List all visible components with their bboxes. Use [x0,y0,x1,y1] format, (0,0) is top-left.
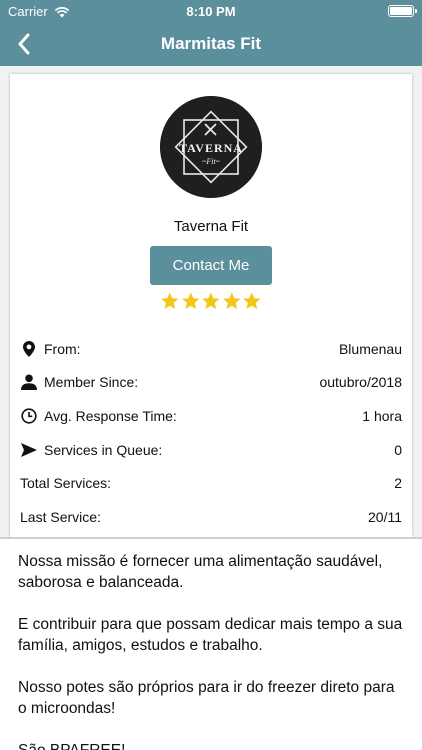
info-row-queue: Services in Queue: 0 [20,438,402,462]
send-icon [20,441,38,459]
profile-card: TAVERNA ~Fit~ Taverna Fit Contact Me Fro… [10,74,412,537]
from-label: From: [44,341,81,357]
member-since-label: Member Since: [44,374,139,390]
info-row-total-services: Total Services: 2 [20,471,402,495]
about-paragraph: E contribuir para que possam dedicar mai… [18,616,403,654]
star-icon [243,292,261,310]
info-row-last-service: Last Service: 20/11 [20,505,402,529]
logo-text: TAVERNA [179,141,243,155]
back-button[interactable] [6,26,42,62]
member-since-value: outubro/2018 [319,374,402,390]
status-bar: Carrier 8:10 PM [0,0,422,22]
total-services-label: Total Services: [20,475,112,491]
response-time-label: Avg. Response Time: [44,408,177,424]
chevron-left-icon [18,33,30,55]
star-icon [222,292,241,310]
shop-logo: TAVERNA ~Fit~ [160,96,262,198]
about-paragraph: Nossa missão é fornecer uma alimentação … [18,553,383,591]
from-value: Blumenau [338,341,402,357]
info-row-response-time: Avg. Response Time: 1 hora [20,404,402,428]
star-icon [161,292,179,310]
response-time-value: 1 hora [362,408,402,424]
battery-icon [388,5,417,17]
person-icon [20,373,38,391]
info-row-from: From: Blumenau [20,337,402,361]
about-paragraph: São BPAFREE! [18,740,404,750]
queue-label: Services in Queue: [44,442,163,458]
info-row-member-since: Member Since: outubro/2018 [20,370,402,394]
star-icon [202,292,220,310]
logo-subtext: ~Fit~ [202,157,221,166]
star-icon [181,292,200,310]
rating-stars [160,291,262,315]
about-section: Nossa missão é fornecer uma alimentação … [0,537,422,750]
about-paragraph: Nosso potes são próprios para ir do free… [18,679,395,717]
location-pin-icon [20,340,38,358]
last-service-value: 20/11 [368,509,402,525]
status-time: 8:10 PM [186,4,236,19]
clock-icon [20,407,38,425]
shop-name: Taverna Fit [173,218,249,235]
page-title: Marmitas Fit [160,34,262,53]
nav-bar: Marmitas Fit [0,22,422,66]
queue-value: 0 [394,442,402,458]
contact-me-button[interactable]: Contact Me [150,246,272,285]
last-service-label: Last Service: [20,509,101,525]
total-services-value: 2 [394,475,402,491]
